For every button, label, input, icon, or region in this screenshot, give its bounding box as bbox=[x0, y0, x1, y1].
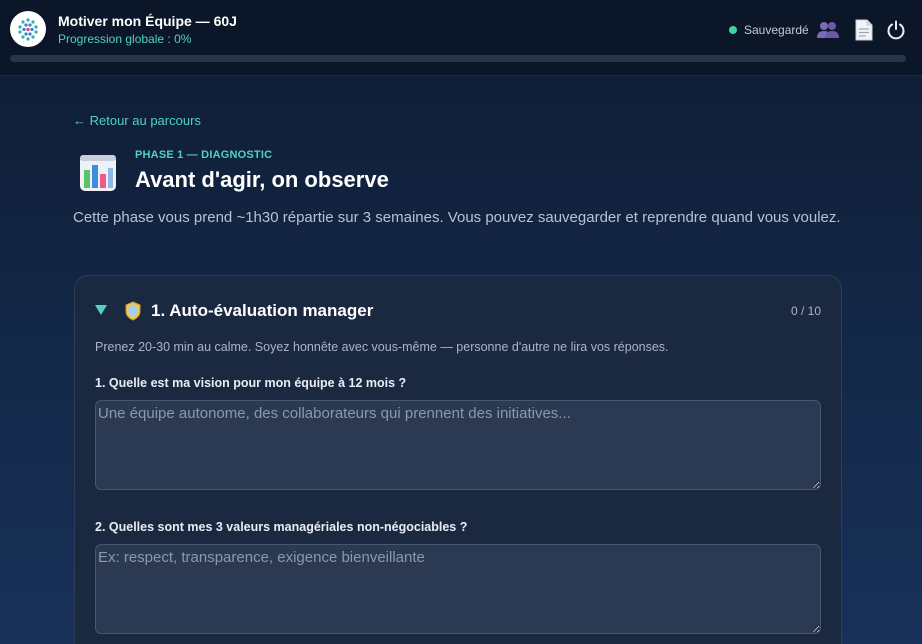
top-bar: Motiver mon Équipe — 60J Progression glo… bbox=[0, 0, 922, 76]
team-icon[interactable] bbox=[817, 20, 839, 45]
phase-title: Avant d'agir, on observe bbox=[135, 167, 389, 192]
power-icon[interactable] bbox=[886, 20, 906, 45]
answered-count: 0 / 10 bbox=[790, 304, 821, 318]
app-logo-icon bbox=[10, 11, 46, 47]
section-hint: Prenez 20-30 min au calme. Soyez honnête… bbox=[95, 340, 669, 354]
question-1-label: 1. Quelle est ma vision pour mon équipe … bbox=[95, 376, 407, 390]
shield-badge-icon bbox=[124, 301, 142, 326]
bar-chart-icon bbox=[79, 154, 117, 197]
collapse-triangle-icon[interactable] bbox=[95, 305, 107, 315]
back-to-journey-link[interactable]: ← Retour au parcours bbox=[73, 113, 201, 128]
global-progress-label: Progression globale : 0% bbox=[58, 32, 192, 46]
save-status-label: Sauvegardé bbox=[744, 23, 809, 37]
global-progress-bar bbox=[10, 55, 906, 62]
saved-dot-icon bbox=[729, 26, 737, 34]
save-status: Sauvegardé bbox=[729, 23, 809, 37]
question-2-label: 2. Quelles sont mes 3 valeurs managérial… bbox=[95, 520, 468, 534]
question-1-answer-field[interactable] bbox=[95, 400, 821, 490]
document-icon[interactable] bbox=[855, 19, 873, 46]
question-2-answer-field[interactable] bbox=[95, 544, 821, 634]
phase-tag: PHASE 1 — DIAGNOSTIC bbox=[135, 149, 273, 161]
app-title: Motiver mon Équipe — 60J bbox=[58, 13, 237, 29]
section-title: 1. Auto-évaluation manager bbox=[151, 301, 374, 320]
self-assessment-card: 1. Auto-évaluation manager 0 / 10 Prenez… bbox=[74, 275, 842, 644]
phase-description: Cette phase vous prend ~1h30 répartie su… bbox=[73, 209, 841, 226]
